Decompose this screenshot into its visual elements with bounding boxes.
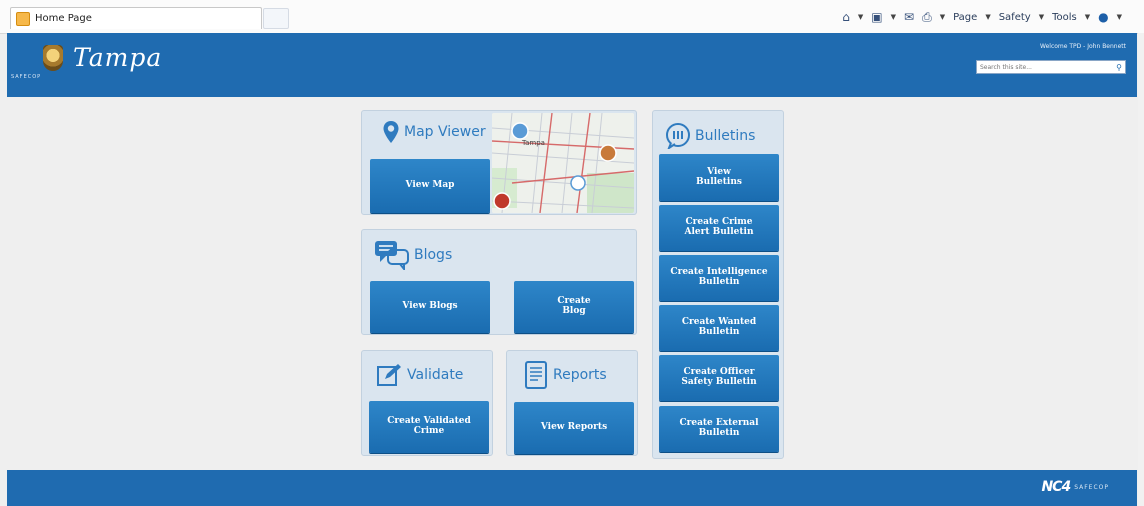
logo-text: Tampa: [73, 43, 163, 72]
chevron-down-icon: ▼: [985, 13, 991, 21]
create-blog-button[interactable]: Create Blog: [514, 281, 634, 333]
site-logo[interactable]: Tampa: [43, 43, 162, 72]
blogs-title: Blogs: [374, 240, 452, 270]
edit-icon: [377, 363, 403, 387]
new-tab-button[interactable]: [263, 8, 289, 29]
browser-chrome: Home Page ⌂ ▼ ▣ ▼ ✉ ⎙ ▼ Page ▼ Safety ▼ Tools…: [0, 0, 1144, 34]
report-document-icon: [525, 361, 549, 389]
vertical-scrollbar[interactable]: [1138, 33, 1144, 506]
create-wanted-bulletin-button[interactable]: Create Wanted Bulletin: [659, 305, 779, 351]
map-city-label: Tampa: [521, 139, 545, 147]
create-validated-line2: Crime: [413, 426, 445, 436]
page-menu[interactable]: Page: [953, 12, 977, 23]
bulletin-btn-line2: Bulletin: [698, 327, 740, 337]
map-viewer-panel: Map Viewer Tampa View Map: [361, 110, 637, 215]
bulletin-btn-line2: Alert Bulletin: [684, 227, 754, 237]
reports-title: Reports: [525, 361, 607, 389]
map-pin-icon: [382, 120, 400, 144]
favicon-icon: [16, 11, 30, 26]
command-bar: ⌂ ▼ ▣ ▼ ✉ ⎙ ▼ Page ▼ Safety ▼ Tools ▼ ● ▼: [842, 8, 1122, 26]
create-external-bulletin-button[interactable]: Create External Bulletin: [659, 406, 779, 452]
chevron-down-icon[interactable]: ▼: [858, 13, 863, 21]
chat-bubbles-icon: [374, 240, 410, 270]
view-blogs-button[interactable]: View Blogs: [370, 281, 490, 333]
search-icon[interactable]: ⚲: [1116, 63, 1122, 72]
tools-menu[interactable]: Tools: [1052, 12, 1077, 23]
create-blog-line2: Blog: [562, 306, 586, 316]
blogs-panel: Blogs View Blogs Create Blog: [361, 229, 637, 335]
logo-subtext: SAFECOP: [11, 74, 42, 80]
validate-label: Validate: [407, 367, 464, 383]
search-box: ⚲: [976, 60, 1126, 74]
police-badge-icon: [43, 44, 63, 71]
search-input[interactable]: [977, 62, 1111, 72]
browser-tab-home[interactable]: Home Page: [10, 7, 262, 29]
view-bulletins-button[interactable]: View Bulletins: [659, 154, 779, 201]
create-validated-crime-button[interactable]: Create Validated Crime: [369, 401, 489, 453]
validate-title: Validate: [377, 363, 463, 387]
footer-logo: NC4 SAFECOP: [1041, 479, 1109, 495]
map-thumbnail[interactable]: Tampa: [492, 113, 634, 213]
map-viewer-title: Map Viewer: [382, 120, 486, 144]
bulletin-btn-line2: Bulletin: [698, 277, 740, 287]
blogs-label: Blogs: [414, 247, 453, 263]
welcome-text[interactable]: Welcome TPD - John Bennett: [1040, 43, 1126, 50]
bulletins-title: Bulletins: [665, 123, 755, 149]
bulletin-btn-line2: Bulletin: [698, 428, 740, 438]
safety-menu[interactable]: Safety: [999, 12, 1031, 23]
help-icon[interactable]: ●: [1098, 10, 1108, 24]
create-intelligence-bulletin-button[interactable]: Create Intelligence Bulletin: [659, 255, 779, 301]
chevron-down-icon: ▼: [1116, 13, 1122, 21]
bulletin-btn-line2: Safety Bulletin: [681, 377, 757, 387]
chevron-down-icon[interactable]: ▼: [891, 13, 896, 21]
map-viewer-label: Map Viewer: [404, 124, 486, 140]
view-reports-button[interactable]: View Reports: [514, 402, 634, 454]
feeds-icon[interactable]: ▣: [871, 10, 882, 24]
print-icon[interactable]: ⎙: [922, 10, 932, 25]
reports-panel: Reports View Reports: [506, 350, 638, 456]
bulletins-label: Bulletins: [695, 128, 756, 144]
bulletins-panel: Bulletins View Bulletins Create Crime Al…: [652, 110, 784, 459]
home-icon[interactable]: ⌂: [842, 10, 850, 24]
site-header: Tampa SAFECOP Welcome TPD - John Bennett…: [7, 33, 1137, 97]
footer-brand-sub: SAFECOP: [1074, 483, 1109, 491]
chevron-down-icon: ▼: [1038, 13, 1045, 21]
create-crime-alert-bulletin-button[interactable]: Create Crime Alert Bulletin: [659, 205, 779, 251]
mail-icon[interactable]: ✉: [904, 10, 914, 24]
bulletin-btn-line2: Bulletins: [696, 176, 742, 187]
browser-tab-title: Home Page: [35, 13, 92, 24]
view-map-button[interactable]: View Map: [370, 159, 490, 213]
chevron-down-icon: ▼: [1084, 13, 1091, 21]
create-officer-safety-bulletin-button[interactable]: Create Officer Safety Bulletin: [659, 355, 779, 401]
chevron-down-icon[interactable]: ▼: [940, 13, 945, 21]
footer-brand: NC4: [1041, 479, 1071, 495]
site-footer: NC4 SAFECOP: [7, 470, 1137, 506]
bulletins-speech-icon: [665, 123, 691, 149]
validate-panel: Validate Create Validated Crime: [361, 350, 493, 456]
reports-label: Reports: [553, 367, 607, 383]
